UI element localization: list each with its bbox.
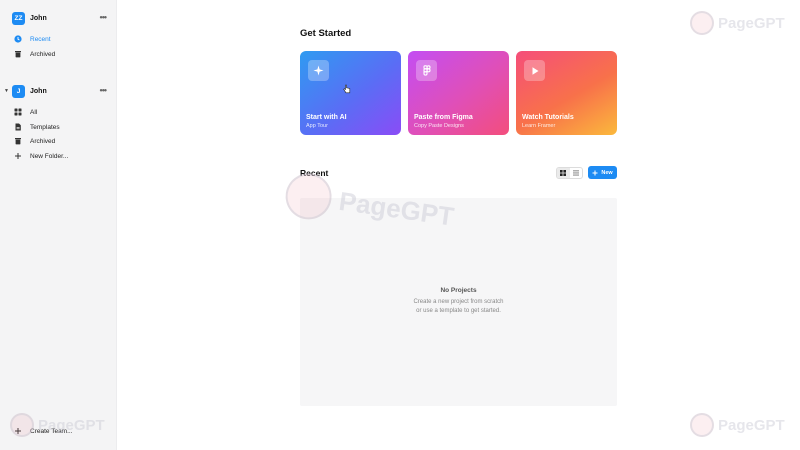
card-subtitle: Copy Paste Designs [414,123,464,129]
sidebar-item-all[interactable]: All [0,105,117,119]
plus-icon [592,170,598,175]
sidebar-item-archived[interactable]: Archived [0,134,117,148]
create-team-label: Create Team... [30,427,73,435]
new-button-label: New [601,169,613,176]
recent-heading: Recent [300,168,329,178]
file-icon [14,123,22,131]
sidebar-item-archived[interactable]: Archived [0,47,117,61]
create-team-button[interactable]: Create Team... [0,424,117,438]
personal-workspace-name: John [30,14,47,22]
plus-icon [14,427,22,435]
card-title: Watch Tutorials [522,114,574,121]
team-workspace-name: John [30,87,47,95]
card-paste-from-figma[interactable]: Paste from Figma Copy Paste Designs [408,51,509,135]
sidebar-item-label: Recent [30,35,51,43]
sparkle-icon [308,60,329,81]
sidebar-item-label: Templates [30,123,60,131]
watermark-logo [690,413,714,437]
card-title: Paste from Figma [414,114,473,121]
more-dots-icon[interactable]: ••• [100,13,108,23]
empty-description-line-2: or use a template to get started. [416,308,501,314]
sidebar-item-new-folder[interactable]: New Folder... [0,149,117,163]
sidebar-item-recent[interactable]: Recent [0,32,117,46]
sidebar-item-templates[interactable]: Templates [0,120,117,134]
empty-title: No Projects [440,287,477,294]
team-avatar: J [12,84,25,98]
trash-icon [14,137,22,145]
plus-icon [14,152,22,160]
sidebar: ZZ John ••• Recent Archived ▼ J John •••… [0,0,117,450]
personal-avatar: ZZ [12,11,25,25]
hand-cursor-icon [343,84,351,94]
figma-icon [416,60,437,81]
card-subtitle: App Tour [306,123,328,129]
empty-projects-panel: No Projects Create a new project from sc… [300,198,617,406]
more-dots-icon[interactable]: ••• [100,86,108,96]
personal-workspace-header[interactable]: ZZ John ••• [0,8,117,28]
grid-view-icon[interactable] [557,168,570,178]
empty-description-line-1: Create a new project from scratch [413,299,504,305]
caret-down-icon[interactable]: ▼ [4,88,9,94]
sidebar-item-label: Archived [30,137,56,145]
card-start-with-ai[interactable]: Start with AI App Tour [300,51,401,135]
card-subtitle: Learn Framer [522,123,556,129]
card-title: Start with AI [306,114,347,121]
watermark-bottom-right: PageGPT [690,413,785,437]
get-started-heading: Get Started [300,28,352,39]
play-icon [524,60,545,81]
sidebar-item-label: Archived [30,50,56,58]
watermark-logo [690,11,714,35]
trash-icon [14,50,22,58]
clock-icon [14,35,22,43]
view-toggle [556,167,583,179]
watermark-top-right: PageGPT [690,11,785,35]
card-watch-tutorials[interactable]: Watch Tutorials Learn Framer [516,51,617,135]
sidebar-item-label: New Folder... [30,152,69,160]
new-project-button[interactable]: New [588,166,617,179]
sidebar-item-label: All [30,108,38,116]
grid-icon [14,108,22,116]
list-view-icon[interactable] [570,168,583,178]
team-workspace-header[interactable]: ▼ J John ••• [0,81,117,101]
